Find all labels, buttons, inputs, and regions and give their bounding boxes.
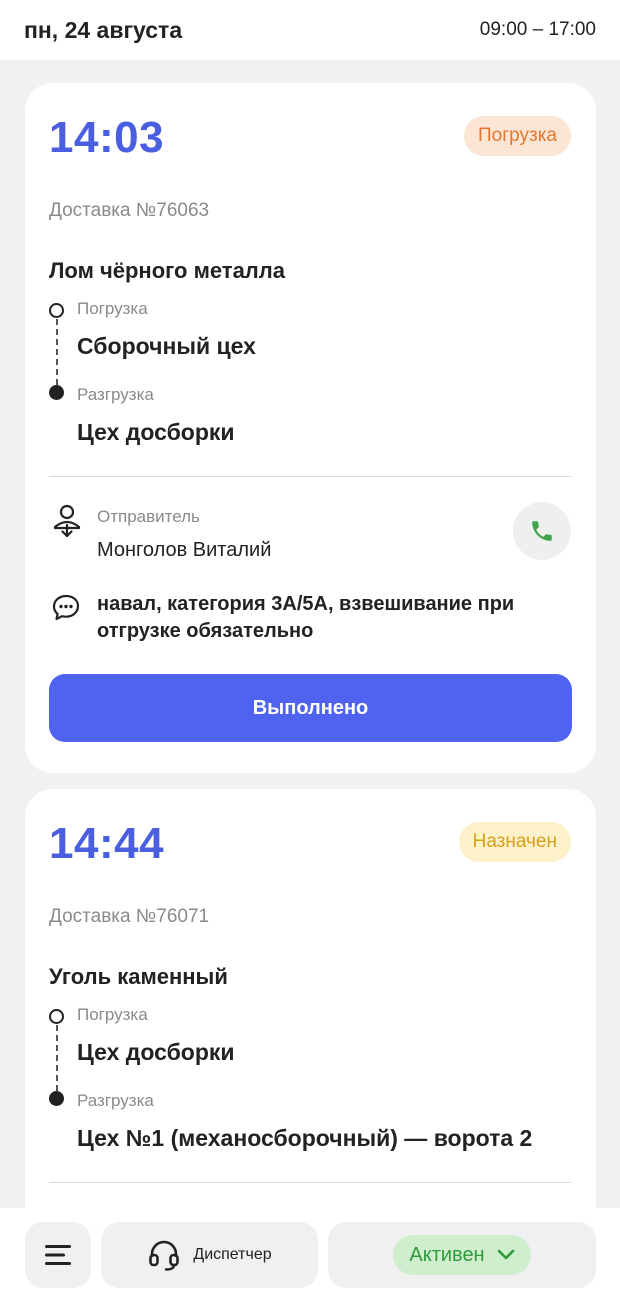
status-badge: Назначен bbox=[458, 822, 571, 862]
loading-place: Цех досборки bbox=[77, 1039, 235, 1065]
chevron-down-icon bbox=[497, 1249, 514, 1260]
unloading-label: Разгрузка bbox=[77, 1091, 154, 1110]
work-hours: 09:00 – 17:00 bbox=[479, 19, 596, 40]
route-line bbox=[55, 1025, 58, 1091]
loading-label: Погрузка bbox=[77, 299, 148, 318]
phone-icon bbox=[532, 521, 552, 541]
status-selector[interactable]: Активен bbox=[328, 1222, 596, 1288]
sender-name: Монголов Виталий bbox=[97, 539, 272, 561]
status-label: Активен bbox=[409, 1243, 485, 1266]
delivery-comment: навал, категория 3А/5А, взвешивание при … bbox=[97, 593, 515, 642]
done-button[interactable]: Выполнено bbox=[49, 674, 572, 742]
menu-button[interactable] bbox=[25, 1222, 91, 1288]
loading-label: Погрузка bbox=[77, 1005, 148, 1024]
cargo-name: Лом чёрного металла bbox=[49, 258, 285, 283]
delivery-number: Доставка №76063 bbox=[49, 200, 210, 221]
loading-place: Сборочный цех bbox=[77, 333, 256, 359]
header-date: пн, 24 августа bbox=[24, 16, 183, 43]
headset-icon bbox=[149, 1240, 180, 1271]
sender-label: Отправитель bbox=[97, 507, 200, 526]
divider bbox=[49, 1182, 572, 1183]
unloading-place: Цех №1 (механосборочный) — ворота 2 bbox=[77, 1125, 533, 1151]
header: пн, 24 августа 09:00 – 17:00 bbox=[0, 0, 620, 60]
delivery-time: 14:44 bbox=[49, 819, 165, 868]
status-pill[interactable]: Активен bbox=[393, 1235, 531, 1275]
menu-icon bbox=[45, 1245, 71, 1265]
unloading-place: Цех досборки bbox=[77, 419, 235, 445]
call-sender-button[interactable] bbox=[513, 502, 571, 560]
loading-point-marker bbox=[49, 1009, 64, 1024]
route-line bbox=[55, 319, 58, 385]
unloading-label: Разгрузка bbox=[77, 385, 154, 404]
delivery-time: 14:03 bbox=[49, 113, 165, 162]
dispatcher-button[interactable]: Диспетчер bbox=[101, 1222, 318, 1288]
unloading-point-marker bbox=[49, 385, 64, 400]
status-badge: Погрузка bbox=[463, 116, 571, 156]
sender-icon bbox=[51, 503, 83, 538]
unloading-point-marker bbox=[49, 1091, 64, 1106]
bottom-bar: Диспетчер Активен bbox=[0, 1208, 620, 1313]
loading-point-marker bbox=[49, 303, 64, 318]
dispatcher-label: Диспетчер bbox=[193, 1246, 272, 1263]
delivery-card[interactable]: 14:44 Назначен Доставка №76071 Уголь кам… bbox=[25, 789, 596, 1269]
divider bbox=[49, 476, 572, 477]
delivery-number: Доставка №76071 bbox=[49, 906, 210, 927]
cargo-name: Уголь каменный bbox=[49, 964, 228, 989]
comment-icon bbox=[51, 593, 83, 625]
delivery-card[interactable]: 14:03 Погрузка Доставка №76063 Лом чёрно… bbox=[25, 83, 596, 773]
